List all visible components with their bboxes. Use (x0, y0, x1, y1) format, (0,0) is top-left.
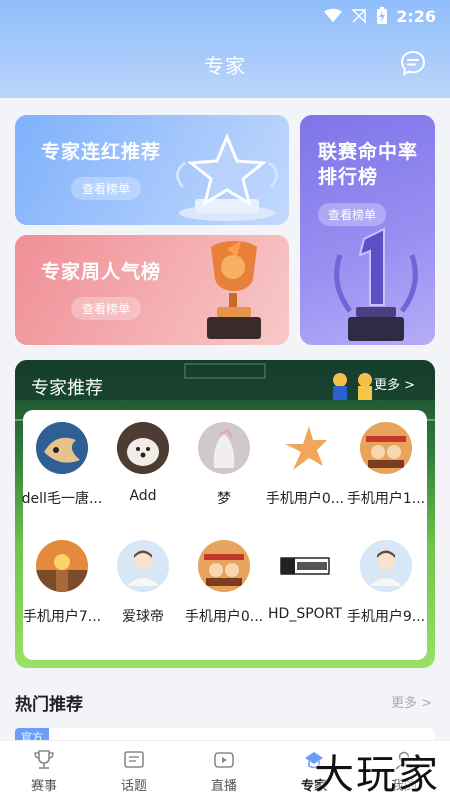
nav-item-events[interactable]: 赛事 (14, 749, 74, 794)
expert-item[interactable]: 手机用户9... (345, 540, 427, 626)
expert-name: 手机用户9... (346, 609, 426, 625)
cup-trophy-icon (207, 241, 261, 339)
expert-item[interactable]: 手机用户7... (21, 540, 103, 626)
hdsport-logo-avatar (279, 540, 331, 592)
expert-item[interactable]: 手机用户0... (183, 540, 265, 626)
sculpture-avatar (198, 422, 250, 474)
wifi-icon (324, 8, 343, 23)
status-bar: 2:26 (0, 0, 450, 32)
expert-name: dell毛一唐... (21, 491, 103, 507)
expert-item[interactable]: HD_SPORT (264, 540, 346, 622)
hitrate-view-button[interactable]: 查看榜单 (318, 203, 386, 226)
topic-icon (124, 751, 144, 768)
hitrate-card-title-line2: 排行榜 (318, 166, 379, 188)
header-bar: 2:26 专家 (0, 0, 450, 98)
expert-item[interactable]: 爱球帝 (102, 540, 184, 626)
nav-label: 赛事 (30, 779, 57, 794)
sunset-avatar (36, 540, 88, 592)
number-one-trophy-icon (334, 227, 418, 341)
battery-charging-icon (377, 7, 388, 24)
streak-recommend-card[interactable]: 专家连红推荐 查看榜单 (15, 115, 289, 225)
trophy-icon (34, 750, 54, 769)
message-icon[interactable] (400, 50, 426, 76)
streak-card-title: 专家连红推荐 (41, 141, 162, 163)
cartoon-avatar (360, 422, 412, 474)
watermark-logo: 大玩家 (314, 752, 440, 798)
nav-item-topics[interactable]: 话题 (104, 749, 164, 794)
nav-item-live[interactable]: 直播 (194, 749, 254, 794)
hot-section-title: 热门推荐 (15, 695, 83, 715)
weekly-card-title: 专家周人气榜 (41, 261, 162, 283)
expert-more-link[interactable]: 更多 > (374, 374, 415, 393)
live-icon (214, 752, 234, 768)
hitrate-card-title-line1: 联赛命中率 (318, 141, 419, 163)
expert-name: 梦 (217, 491, 231, 507)
expert-recommend-panel: 专家推荐 更多 > dell毛一唐... Add 梦 手机用户0... 手机用户… (15, 360, 435, 668)
star-logo-avatar (279, 422, 331, 474)
default-avatar (117, 540, 169, 592)
star-trophy-icon (176, 133, 278, 221)
expert-grid: dell毛一唐... Add 梦 手机用户0... 手机用户1... 手机用户7… (21, 410, 427, 660)
expert-item[interactable]: Add (102, 422, 184, 504)
expert-item[interactable]: 手机用户1... (345, 422, 427, 508)
expert-item[interactable]: 手机用户0... (264, 422, 346, 508)
expert-section-title: 专家推荐 (31, 378, 103, 399)
cartoon-avatar (198, 540, 250, 592)
dog-avatar (117, 422, 169, 474)
nav-label: 直播 (210, 779, 237, 794)
expert-name: 爱球帝 (122, 609, 164, 625)
expert-item[interactable]: 梦 (183, 422, 265, 508)
nav-label: 话题 (120, 779, 147, 794)
expert-name: 手机用户0... (184, 609, 264, 625)
league-hitrate-card[interactable]: 联赛命中率 排行榜 查看榜单 (300, 115, 435, 345)
expert-name: Add (129, 488, 157, 504)
streak-view-button[interactable]: 查看榜单 (71, 177, 141, 200)
expert-name: 手机用户7... (22, 609, 102, 625)
expert-name: HD_SPORT (268, 606, 342, 622)
expert-name: 手机用户1... (346, 491, 426, 507)
expert-name: 手机用户0... (265, 491, 345, 507)
default-avatar (360, 540, 412, 592)
page-title: 专家 (204, 54, 246, 78)
weekly-view-button[interactable]: 查看榜单 (71, 297, 141, 320)
status-time: 2:26 (396, 6, 436, 26)
weekly-popularity-card[interactable]: 专家周人气榜 查看榜单 (15, 235, 289, 345)
hot-more-link[interactable]: 更多 > (391, 692, 432, 711)
cat-painting-avatar (36, 422, 88, 474)
expert-item[interactable]: dell毛一唐... (21, 422, 103, 508)
signal-off-icon (351, 9, 366, 24)
